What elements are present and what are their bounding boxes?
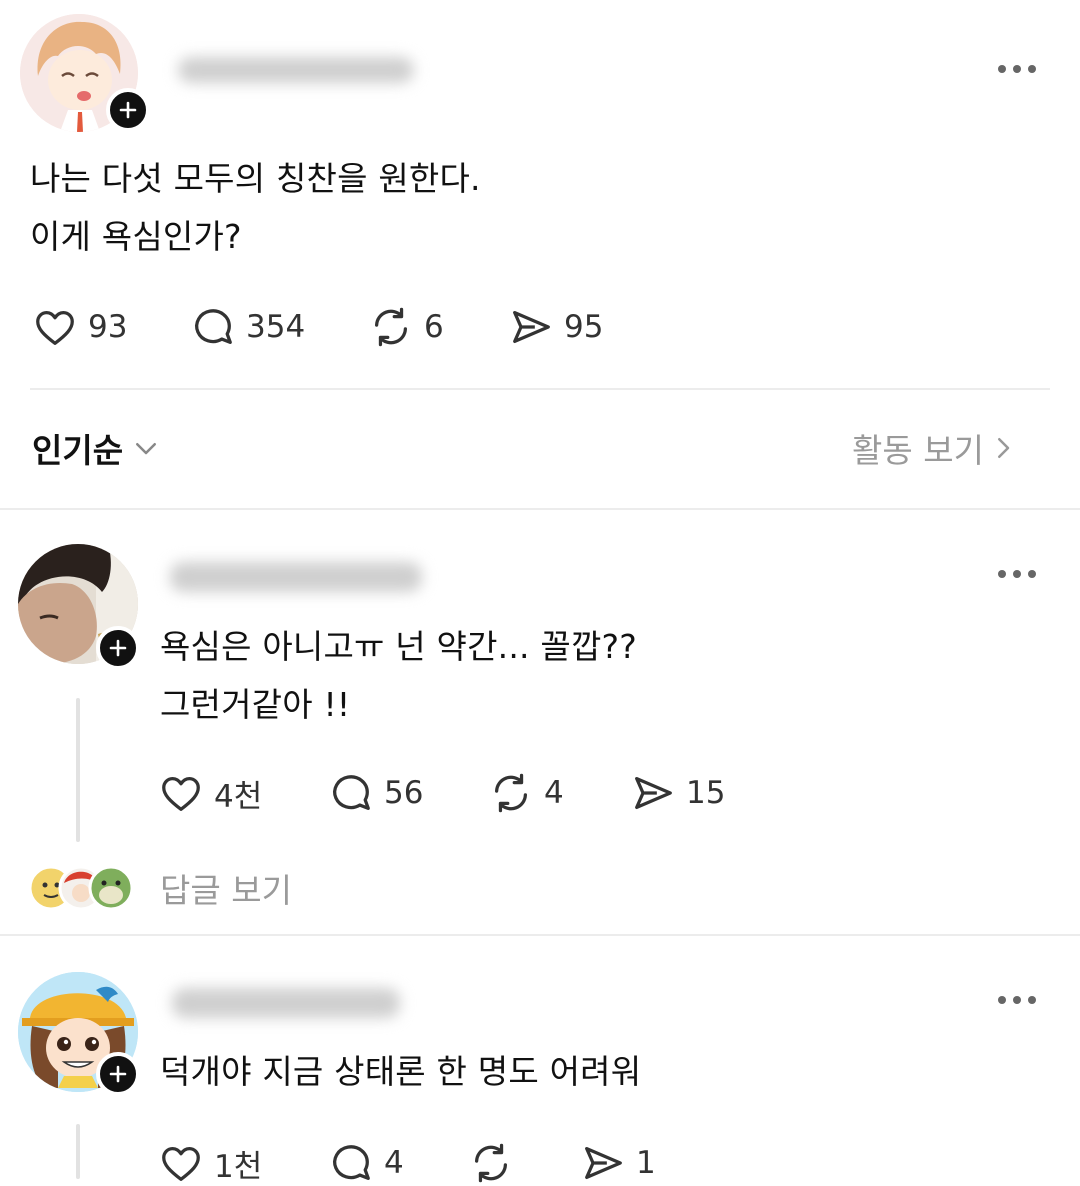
activity-link-label: 활동 보기 bbox=[852, 431, 984, 470]
more-dot-icon bbox=[998, 996, 1006, 1004]
post-body: 나는 다섯 모두의 칭찬을 원한다. 이게 욕심인가? bbox=[30, 150, 481, 266]
reply-body: 덕개야 지금 상태론 한 명도 어려워 bbox=[160, 1043, 641, 1101]
post-author-name[interactable] bbox=[178, 57, 414, 83]
share-button[interactable]: 95 bbox=[508, 304, 603, 350]
follow-button[interactable] bbox=[106, 88, 150, 132]
reply-text-line: 그런거같아 !! bbox=[160, 685, 351, 724]
send-icon bbox=[580, 1140, 626, 1186]
like-button[interactable]: 4천 bbox=[158, 770, 328, 816]
comment-count: 56 bbox=[384, 775, 424, 811]
repost-icon bbox=[368, 304, 414, 350]
section-divider bbox=[0, 934, 1080, 936]
repost-count: 6 bbox=[424, 309, 444, 345]
view-replies-row[interactable]: 답글 보기 bbox=[28, 864, 292, 912]
repost-button[interactable]: 4 bbox=[488, 770, 630, 816]
activity-link[interactable]: 활동 보기 bbox=[852, 424, 1018, 472]
share-count: 95 bbox=[564, 309, 604, 345]
comment-icon bbox=[190, 304, 236, 350]
share-count: 1 bbox=[636, 1145, 656, 1181]
comment-count: 4 bbox=[384, 1145, 404, 1181]
more-dot-icon bbox=[998, 570, 1006, 578]
sort-dropdown[interactable]: 인기순 bbox=[32, 424, 161, 472]
mini-avatar bbox=[88, 865, 134, 911]
chevron-right-icon bbox=[997, 438, 1010, 458]
follow-button[interactable] bbox=[96, 1052, 140, 1096]
more-dot-icon bbox=[1013, 65, 1021, 73]
follow-button[interactable] bbox=[96, 626, 140, 670]
heart-icon bbox=[32, 304, 78, 350]
thread-line bbox=[76, 698, 80, 842]
comment-icon bbox=[328, 1140, 374, 1186]
like-button[interactable]: 93 bbox=[32, 304, 190, 350]
repost-button[interactable]: 6 bbox=[368, 304, 508, 350]
comment-button[interactable]: 56 bbox=[328, 770, 488, 816]
reply-more-button[interactable] bbox=[998, 570, 1036, 578]
more-dot-icon bbox=[998, 65, 1006, 73]
reply-text-line: 덕개야 지금 상태론 한 명도 어려워 bbox=[160, 1052, 642, 1091]
send-icon bbox=[630, 770, 676, 816]
reply-text-line: 욕심은 아니고ㅠ 넌 약간... 꼴깝?? bbox=[160, 627, 637, 666]
reply-actions: 1천 4 1 bbox=[158, 1140, 656, 1186]
more-dot-icon bbox=[1028, 996, 1036, 1004]
more-dot-icon bbox=[1013, 570, 1021, 578]
plus-icon bbox=[119, 101, 137, 119]
plus-icon bbox=[109, 639, 127, 657]
reply-actions: 4천 56 4 15 bbox=[158, 770, 725, 816]
reply-author-name[interactable] bbox=[170, 562, 422, 592]
like-button[interactable]: 1천 bbox=[158, 1140, 328, 1186]
post-more-button[interactable] bbox=[998, 65, 1036, 73]
thread-line bbox=[76, 1124, 80, 1179]
share-button[interactable]: 1 bbox=[580, 1140, 656, 1186]
chevron-down-icon bbox=[136, 443, 157, 455]
repost-icon bbox=[468, 1140, 514, 1186]
repost-icon bbox=[488, 770, 534, 816]
share-button[interactable]: 15 bbox=[630, 770, 725, 816]
plus-icon bbox=[109, 1065, 127, 1083]
share-count: 15 bbox=[686, 775, 726, 811]
sort-label: 인기순 bbox=[32, 431, 124, 470]
post-text-line: 이게 욕심인가? bbox=[30, 217, 242, 256]
like-count: 4천 bbox=[214, 778, 263, 815]
post-text-line: 나는 다섯 모두의 칭찬을 원한다. bbox=[30, 159, 481, 198]
heart-icon bbox=[158, 1140, 204, 1186]
repost-count: 4 bbox=[544, 775, 564, 811]
view-replies-label: 답글 보기 bbox=[160, 871, 292, 910]
more-dot-icon bbox=[1013, 996, 1021, 1004]
section-divider bbox=[0, 508, 1080, 510]
reply-body: 욕심은 아니고ㅠ 넌 약간... 꼴깝?? 그런거같아 !! bbox=[160, 618, 637, 734]
comment-button[interactable]: 4 bbox=[328, 1140, 468, 1186]
comment-icon bbox=[328, 770, 374, 816]
like-count: 93 bbox=[88, 309, 128, 345]
send-icon bbox=[508, 304, 554, 350]
more-dot-icon bbox=[1028, 570, 1036, 578]
section-divider bbox=[30, 388, 1050, 390]
more-dot-icon bbox=[1028, 65, 1036, 73]
repost-button[interactable] bbox=[468, 1140, 580, 1186]
reply-avatars-stack bbox=[28, 865, 134, 911]
comment-count: 354 bbox=[246, 309, 306, 345]
heart-icon bbox=[158, 770, 204, 816]
reply-author-name[interactable] bbox=[172, 988, 400, 1018]
reply-more-button[interactable] bbox=[998, 996, 1036, 1004]
comment-button[interactable]: 354 bbox=[190, 304, 368, 350]
post-actions: 93 354 6 95 bbox=[32, 304, 603, 350]
